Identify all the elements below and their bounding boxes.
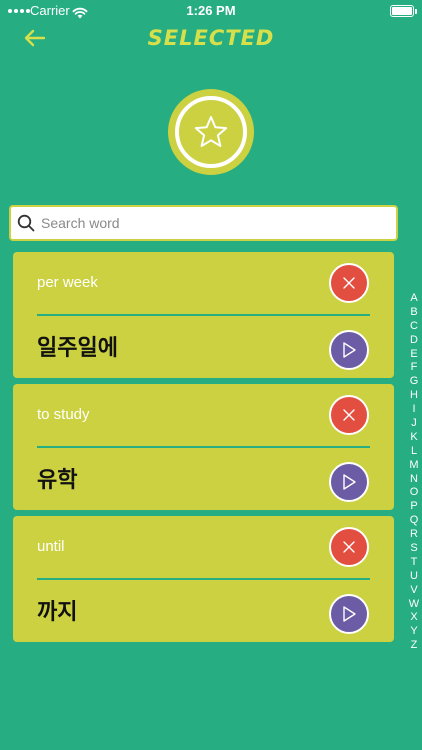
alphabet-index-letter[interactable]: X bbox=[410, 611, 417, 625]
play-icon bbox=[343, 474, 356, 490]
alphabet-index-letter[interactable]: G bbox=[410, 375, 419, 389]
alphabet-index-letter[interactable]: Z bbox=[411, 639, 418, 653]
search-input[interactable] bbox=[41, 215, 371, 231]
alphabet-index-letter[interactable]: R bbox=[410, 528, 418, 542]
search-icon bbox=[17, 214, 35, 232]
alphabet-index-letter[interactable]: I bbox=[412, 403, 415, 417]
word-card: until 까지 bbox=[13, 516, 394, 642]
close-icon bbox=[343, 541, 355, 553]
alphabet-index-letter[interactable]: Y bbox=[410, 625, 417, 639]
delete-button[interactable] bbox=[329, 395, 369, 435]
alphabet-index-letter[interactable]: Q bbox=[410, 514, 419, 528]
korean-word: 유학 bbox=[37, 468, 78, 493]
play-audio-button[interactable] bbox=[329, 462, 369, 502]
search-bar[interactable] bbox=[9, 205, 398, 241]
close-icon bbox=[343, 409, 355, 421]
alphabet-index-letter[interactable]: V bbox=[410, 584, 417, 598]
card-divider bbox=[37, 446, 370, 448]
alphabet-index-letter[interactable]: O bbox=[410, 486, 419, 500]
korean-word: 일주일에 bbox=[37, 336, 118, 361]
page-title: SELECTED bbox=[147, 26, 275, 50]
star-ring bbox=[175, 96, 247, 168]
alphabet-index[interactable]: ABCDEFGHIJKLMNOPQRSTUVWXYZ bbox=[406, 292, 422, 653]
status-time: 1:26 PM bbox=[186, 3, 236, 18]
english-word: to study bbox=[37, 406, 90, 423]
alphabet-index-letter[interactable]: A bbox=[410, 292, 417, 306]
card-divider bbox=[37, 314, 370, 316]
alphabet-index-letter[interactable]: P bbox=[410, 500, 417, 514]
alphabet-index-letter[interactable]: J bbox=[411, 417, 417, 431]
play-icon bbox=[343, 606, 356, 622]
battery-icon bbox=[390, 5, 417, 17]
korean-word: 까지 bbox=[37, 600, 78, 625]
alphabet-index-letter[interactable]: M bbox=[409, 459, 418, 473]
alphabet-index-letter[interactable]: S bbox=[410, 542, 417, 556]
card-divider bbox=[37, 578, 370, 580]
alphabet-index-letter[interactable]: C bbox=[410, 320, 418, 334]
close-icon bbox=[343, 277, 355, 289]
star-icon bbox=[194, 116, 228, 147]
alphabet-index-letter[interactable]: H bbox=[410, 389, 418, 403]
play-icon bbox=[343, 342, 356, 358]
delete-button[interactable] bbox=[329, 263, 369, 303]
play-audio-button[interactable] bbox=[329, 594, 369, 634]
word-card: per week 일주일에 bbox=[13, 252, 394, 378]
delete-button[interactable] bbox=[329, 527, 369, 567]
alphabet-index-letter[interactable]: E bbox=[410, 348, 417, 362]
word-card: to study 유학 bbox=[13, 384, 394, 510]
alphabet-index-letter[interactable]: U bbox=[410, 570, 418, 584]
favorites-badge bbox=[168, 89, 254, 175]
english-word: per week bbox=[37, 274, 98, 291]
english-word: until bbox=[37, 538, 65, 555]
alphabet-index-letter[interactable]: F bbox=[411, 361, 418, 375]
alphabet-index-letter[interactable]: N bbox=[410, 473, 418, 487]
status-bar: Carrier 1:26 PM bbox=[0, 0, 422, 22]
alphabet-index-letter[interactable]: W bbox=[409, 598, 419, 612]
alphabet-index-letter[interactable]: K bbox=[410, 431, 417, 445]
play-audio-button[interactable] bbox=[329, 330, 369, 370]
alphabet-index-letter[interactable]: D bbox=[410, 334, 418, 348]
alphabet-index-letter[interactable]: T bbox=[411, 556, 418, 570]
alphabet-index-letter[interactable]: L bbox=[411, 445, 417, 459]
alphabet-index-letter[interactable]: B bbox=[410, 306, 417, 320]
